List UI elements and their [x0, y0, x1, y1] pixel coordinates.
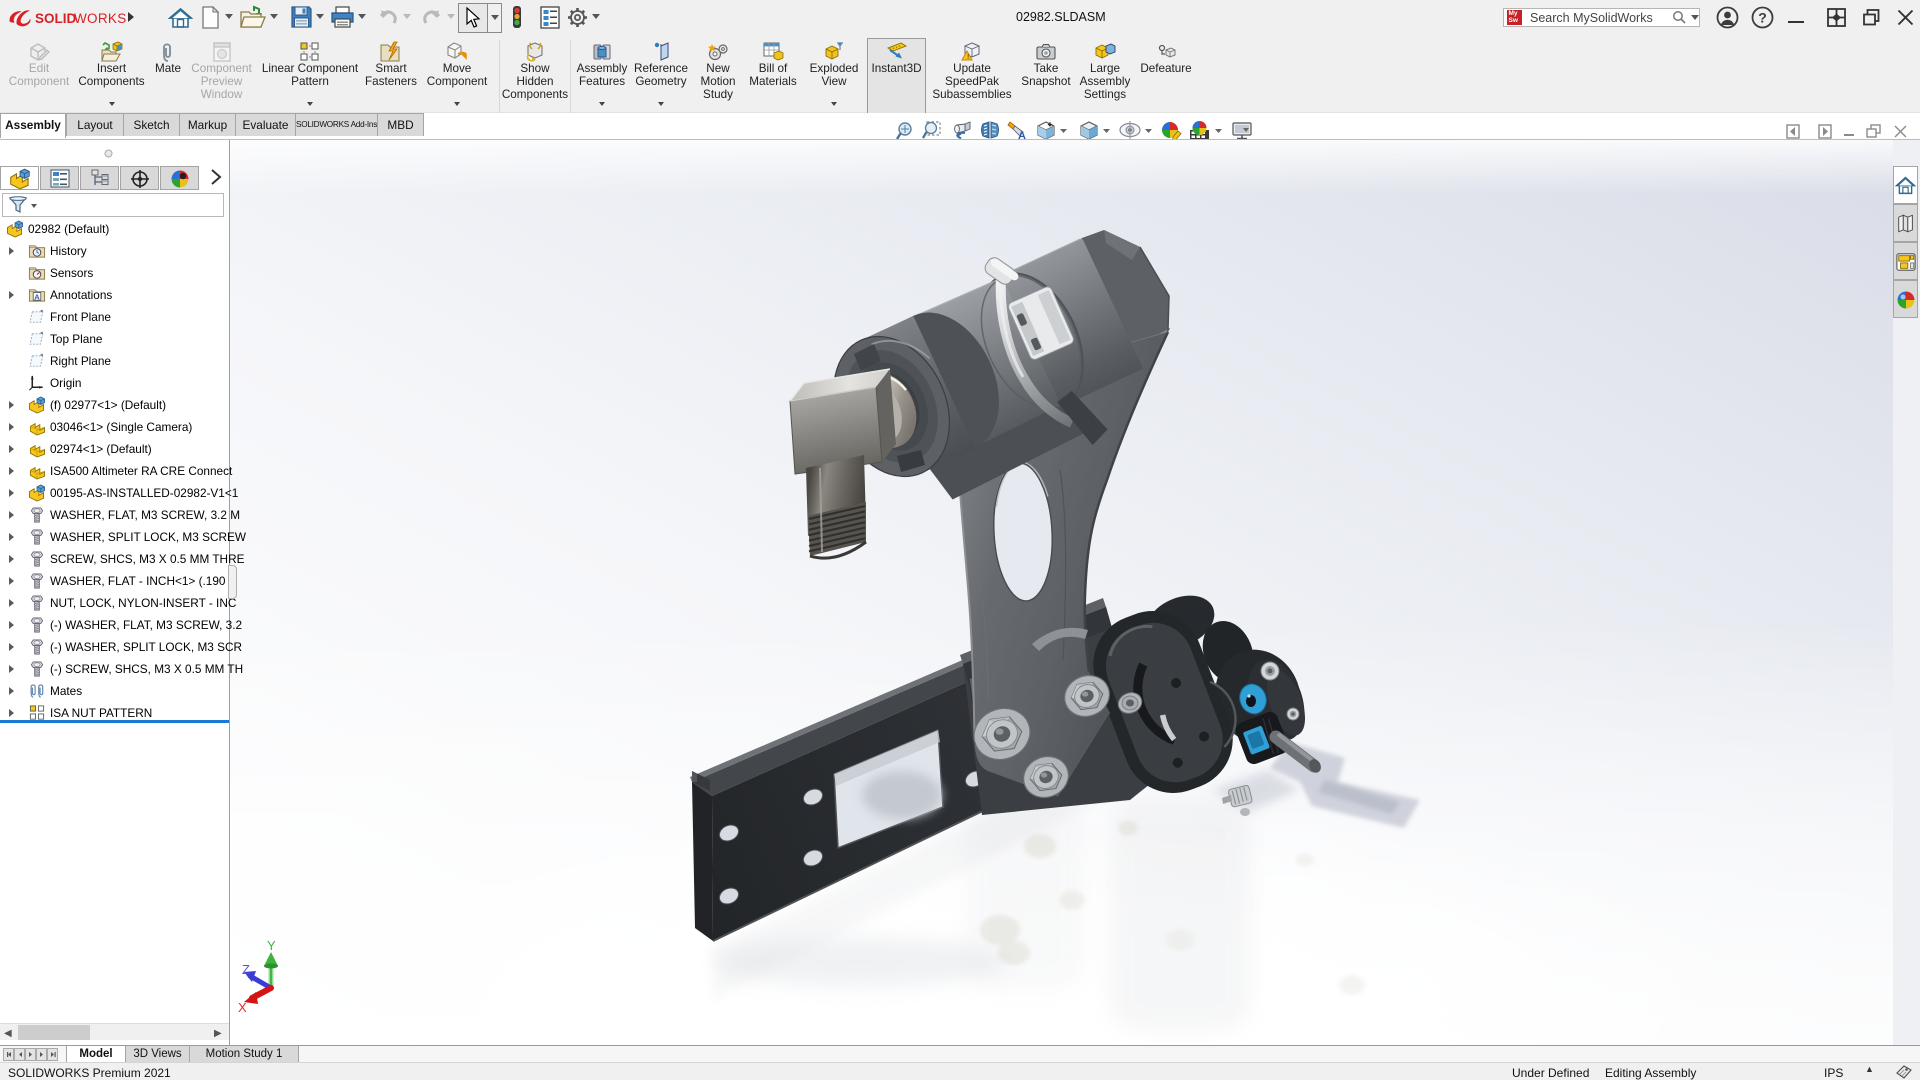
- svg-text:SOLID: SOLID: [35, 11, 77, 26]
- svg-text:A: A: [34, 292, 40, 301]
- svg-text:Y: Y: [267, 938, 276, 953]
- svg-text:WORKS: WORKS: [74, 11, 127, 26]
- svg-text:Z: Z: [242, 962, 250, 977]
- svg-text:?: ?: [1758, 10, 1767, 26]
- svg-text:!: !: [967, 54, 969, 61]
- svg-text:X: X: [238, 1000, 247, 1015]
